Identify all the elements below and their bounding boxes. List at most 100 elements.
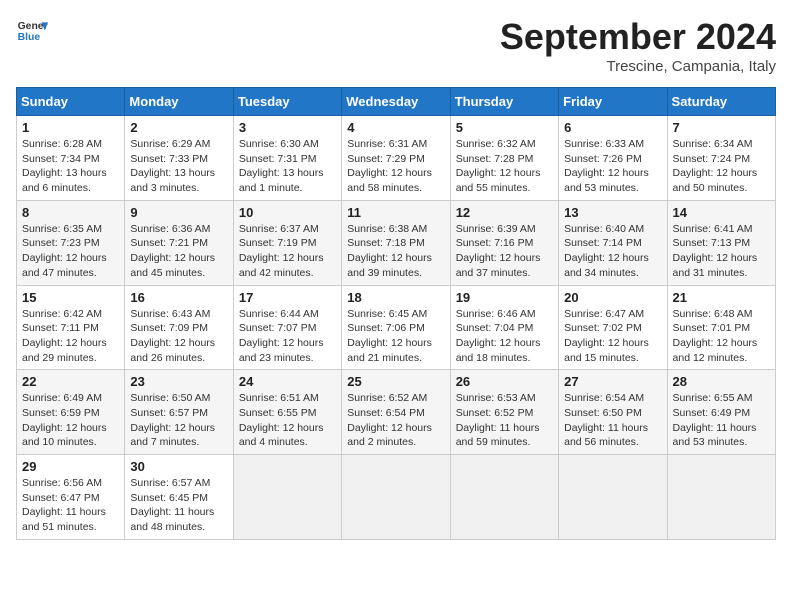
calendar-cell: 11 Sunrise: 6:38 AM Sunset: 7:18 PM Dayl… xyxy=(342,200,450,285)
col-wednesday: Wednesday xyxy=(342,88,450,116)
day-number: 12 xyxy=(456,205,553,220)
calendar-cell: 20 Sunrise: 6:47 AM Sunset: 7:02 PM Dayl… xyxy=(559,285,667,370)
day-info: Sunrise: 6:45 AM Sunset: 7:06 PM Dayligh… xyxy=(347,307,444,366)
day-info: Sunrise: 6:53 AM Sunset: 6:52 PM Dayligh… xyxy=(456,391,553,450)
day-number: 10 xyxy=(239,205,336,220)
day-info: Sunrise: 6:50 AM Sunset: 6:57 PM Dayligh… xyxy=(130,391,227,450)
day-info: Sunrise: 6:43 AM Sunset: 7:09 PM Dayligh… xyxy=(130,307,227,366)
day-number: 1 xyxy=(22,120,119,135)
calendar-cell: 6 Sunrise: 6:33 AM Sunset: 7:26 PM Dayli… xyxy=(559,116,667,201)
calendar-cell: 9 Sunrise: 6:36 AM Sunset: 7:21 PM Dayli… xyxy=(125,200,233,285)
col-saturday: Saturday xyxy=(667,88,775,116)
calendar-table: Sunday Monday Tuesday Wednesday Thursday… xyxy=(16,87,776,540)
calendar-cell: 15 Sunrise: 6:42 AM Sunset: 7:11 PM Dayl… xyxy=(17,285,125,370)
day-number: 28 xyxy=(673,374,770,389)
day-info: Sunrise: 6:39 AM Sunset: 7:16 PM Dayligh… xyxy=(456,222,553,281)
day-number: 7 xyxy=(673,120,770,135)
calendar-cell: 5 Sunrise: 6:32 AM Sunset: 7:28 PM Dayli… xyxy=(450,116,558,201)
calendar-week-4: 22 Sunrise: 6:49 AM Sunset: 6:59 PM Dayl… xyxy=(17,370,776,455)
calendar-week-5: 29 Sunrise: 6:56 AM Sunset: 6:47 PM Dayl… xyxy=(17,455,776,540)
month-title: September 2024 xyxy=(500,16,776,58)
calendar-cell: 16 Sunrise: 6:43 AM Sunset: 7:09 PM Dayl… xyxy=(125,285,233,370)
day-number: 21 xyxy=(673,290,770,305)
day-info: Sunrise: 6:56 AM Sunset: 6:47 PM Dayligh… xyxy=(22,476,119,535)
day-info: Sunrise: 6:47 AM Sunset: 7:02 PM Dayligh… xyxy=(564,307,661,366)
calendar-cell xyxy=(342,455,450,540)
calendar-cell: 25 Sunrise: 6:52 AM Sunset: 6:54 PM Dayl… xyxy=(342,370,450,455)
day-info: Sunrise: 6:54 AM Sunset: 6:50 PM Dayligh… xyxy=(564,391,661,450)
calendar-cell: 22 Sunrise: 6:49 AM Sunset: 6:59 PM Dayl… xyxy=(17,370,125,455)
calendar-cell: 24 Sunrise: 6:51 AM Sunset: 6:55 PM Dayl… xyxy=(233,370,341,455)
calendar-cell: 10 Sunrise: 6:37 AM Sunset: 7:19 PM Dayl… xyxy=(233,200,341,285)
calendar-cell: 8 Sunrise: 6:35 AM Sunset: 7:23 PM Dayli… xyxy=(17,200,125,285)
page-header: General Blue General Blue September 2024… xyxy=(16,16,776,75)
calendar-cell xyxy=(667,455,775,540)
day-info: Sunrise: 6:29 AM Sunset: 7:33 PM Dayligh… xyxy=(130,137,227,196)
day-info: Sunrise: 6:48 AM Sunset: 7:01 PM Dayligh… xyxy=(673,307,770,366)
calendar-cell: 7 Sunrise: 6:34 AM Sunset: 7:24 PM Dayli… xyxy=(667,116,775,201)
day-info: Sunrise: 6:36 AM Sunset: 7:21 PM Dayligh… xyxy=(130,222,227,281)
day-number: 29 xyxy=(22,459,119,474)
day-info: Sunrise: 6:42 AM Sunset: 7:11 PM Dayligh… xyxy=(22,307,119,366)
calendar-cell: 28 Sunrise: 6:55 AM Sunset: 6:49 PM Dayl… xyxy=(667,370,775,455)
day-info: Sunrise: 6:55 AM Sunset: 6:49 PM Dayligh… xyxy=(673,391,770,450)
calendar-cell: 30 Sunrise: 6:57 AM Sunset: 6:45 PM Dayl… xyxy=(125,455,233,540)
logo: General Blue General Blue xyxy=(16,16,48,48)
calendar-cell: 2 Sunrise: 6:29 AM Sunset: 7:33 PM Dayli… xyxy=(125,116,233,201)
day-number: 8 xyxy=(22,205,119,220)
svg-text:Blue: Blue xyxy=(18,32,41,43)
calendar-cell xyxy=(559,455,667,540)
day-number: 23 xyxy=(130,374,227,389)
day-number: 3 xyxy=(239,120,336,135)
day-number: 2 xyxy=(130,120,227,135)
day-number: 15 xyxy=(22,290,119,305)
calendar-cell: 4 Sunrise: 6:31 AM Sunset: 7:29 PM Dayli… xyxy=(342,116,450,201)
day-info: Sunrise: 6:51 AM Sunset: 6:55 PM Dayligh… xyxy=(239,391,336,450)
day-number: 18 xyxy=(347,290,444,305)
calendar-cell: 27 Sunrise: 6:54 AM Sunset: 6:50 PM Dayl… xyxy=(559,370,667,455)
calendar-cell: 3 Sunrise: 6:30 AM Sunset: 7:31 PM Dayli… xyxy=(233,116,341,201)
calendar-cell: 13 Sunrise: 6:40 AM Sunset: 7:14 PM Dayl… xyxy=(559,200,667,285)
day-number: 16 xyxy=(130,290,227,305)
day-number: 11 xyxy=(347,205,444,220)
day-number: 30 xyxy=(130,459,227,474)
col-tuesday: Tuesday xyxy=(233,88,341,116)
day-number: 20 xyxy=(564,290,661,305)
calendar-cell: 17 Sunrise: 6:44 AM Sunset: 7:07 PM Dayl… xyxy=(233,285,341,370)
day-number: 24 xyxy=(239,374,336,389)
day-info: Sunrise: 6:35 AM Sunset: 7:23 PM Dayligh… xyxy=(22,222,119,281)
day-number: 25 xyxy=(347,374,444,389)
col-monday: Monday xyxy=(125,88,233,116)
calendar-cell: 19 Sunrise: 6:46 AM Sunset: 7:04 PM Dayl… xyxy=(450,285,558,370)
day-info: Sunrise: 6:32 AM Sunset: 7:28 PM Dayligh… xyxy=(456,137,553,196)
calendar-cell: 18 Sunrise: 6:45 AM Sunset: 7:06 PM Dayl… xyxy=(342,285,450,370)
calendar-week-3: 15 Sunrise: 6:42 AM Sunset: 7:11 PM Dayl… xyxy=(17,285,776,370)
calendar-week-1: 1 Sunrise: 6:28 AM Sunset: 7:34 PM Dayli… xyxy=(17,116,776,201)
day-info: Sunrise: 6:44 AM Sunset: 7:07 PM Dayligh… xyxy=(239,307,336,366)
calendar-cell: 23 Sunrise: 6:50 AM Sunset: 6:57 PM Dayl… xyxy=(125,370,233,455)
day-info: Sunrise: 6:34 AM Sunset: 7:24 PM Dayligh… xyxy=(673,137,770,196)
day-number: 5 xyxy=(456,120,553,135)
day-info: Sunrise: 6:57 AM Sunset: 6:45 PM Dayligh… xyxy=(130,476,227,535)
day-info: Sunrise: 6:40 AM Sunset: 7:14 PM Dayligh… xyxy=(564,222,661,281)
logo-icon: General Blue xyxy=(16,16,48,48)
day-info: Sunrise: 6:28 AM Sunset: 7:34 PM Dayligh… xyxy=(22,137,119,196)
calendar-header-row: Sunday Monday Tuesday Wednesday Thursday… xyxy=(17,88,776,116)
location: Trescine, Campania, Italy xyxy=(500,58,776,75)
calendar-cell xyxy=(233,455,341,540)
day-number: 27 xyxy=(564,374,661,389)
calendar-cell: 29 Sunrise: 6:56 AM Sunset: 6:47 PM Dayl… xyxy=(17,455,125,540)
day-number: 14 xyxy=(673,205,770,220)
day-number: 6 xyxy=(564,120,661,135)
day-number: 9 xyxy=(130,205,227,220)
day-info: Sunrise: 6:33 AM Sunset: 7:26 PM Dayligh… xyxy=(564,137,661,196)
calendar-cell: 21 Sunrise: 6:48 AM Sunset: 7:01 PM Dayl… xyxy=(667,285,775,370)
day-info: Sunrise: 6:46 AM Sunset: 7:04 PM Dayligh… xyxy=(456,307,553,366)
day-info: Sunrise: 6:37 AM Sunset: 7:19 PM Dayligh… xyxy=(239,222,336,281)
day-info: Sunrise: 6:52 AM Sunset: 6:54 PM Dayligh… xyxy=(347,391,444,450)
col-sunday: Sunday xyxy=(17,88,125,116)
calendar-week-2: 8 Sunrise: 6:35 AM Sunset: 7:23 PM Dayli… xyxy=(17,200,776,285)
col-thursday: Thursday xyxy=(450,88,558,116)
day-info: Sunrise: 6:38 AM Sunset: 7:18 PM Dayligh… xyxy=(347,222,444,281)
calendar-cell: 14 Sunrise: 6:41 AM Sunset: 7:13 PM Dayl… xyxy=(667,200,775,285)
